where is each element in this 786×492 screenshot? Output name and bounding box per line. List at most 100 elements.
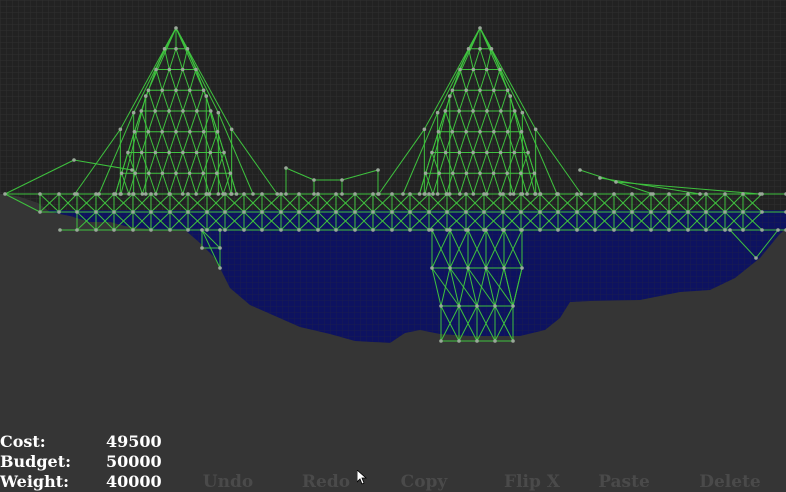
- joint[interactable]: [667, 228, 671, 232]
- joint[interactable]: [57, 210, 61, 214]
- joint[interactable]: [728, 228, 732, 232]
- joint[interactable]: [505, 129, 510, 134]
- joint[interactable]: [593, 210, 597, 214]
- joint[interactable]: [556, 228, 560, 232]
- joint[interactable]: [520, 266, 524, 270]
- joint[interactable]: [186, 192, 190, 196]
- joint[interactable]: [194, 192, 198, 196]
- joint[interactable]: [704, 228, 708, 232]
- joint[interactable]: [275, 192, 280, 196]
- joint[interactable]: [131, 110, 136, 115]
- joint[interactable]: [698, 192, 702, 196]
- joint[interactable]: [450, 88, 455, 93]
- joint[interactable]: [234, 192, 239, 196]
- joint[interactable]: [201, 129, 206, 134]
- joint[interactable]: [704, 192, 708, 196]
- joint[interactable]: [186, 228, 190, 232]
- joint[interactable]: [371, 210, 375, 214]
- joint[interactable]: [556, 210, 560, 214]
- joint[interactable]: [464, 192, 468, 196]
- joint[interactable]: [73, 192, 77, 196]
- joint[interactable]: [167, 67, 172, 72]
- joint[interactable]: [222, 150, 226, 155]
- joint[interactable]: [436, 129, 441, 134]
- joint[interactable]: [435, 110, 440, 115]
- joint[interactable]: [371, 228, 375, 232]
- joint[interactable]: [208, 109, 213, 113]
- joint[interactable]: [478, 129, 482, 134]
- joint[interactable]: [508, 192, 513, 196]
- joint[interactable]: [478, 46, 482, 51]
- joint[interactable]: [593, 228, 597, 232]
- joint[interactable]: [457, 339, 461, 343]
- joint[interactable]: [444, 192, 449, 196]
- joint[interactable]: [723, 228, 727, 232]
- joint[interactable]: [427, 192, 431, 196]
- joint[interactable]: [492, 129, 496, 134]
- joint[interactable]: [133, 171, 138, 176]
- joint[interactable]: [390, 210, 394, 214]
- joint[interactable]: [511, 304, 515, 308]
- joint[interactable]: [464, 210, 468, 214]
- joint[interactable]: [776, 228, 780, 232]
- joint[interactable]: [485, 109, 489, 113]
- joint[interactable]: [149, 192, 153, 196]
- joint[interactable]: [448, 228, 452, 232]
- joint[interactable]: [430, 150, 434, 155]
- undo-button[interactable]: Undo: [178, 472, 278, 492]
- joint[interactable]: [284, 166, 288, 170]
- joint[interactable]: [439, 304, 443, 308]
- joint[interactable]: [57, 192, 61, 196]
- joint[interactable]: [466, 46, 471, 51]
- joint[interactable]: [533, 127, 538, 132]
- joint[interactable]: [58, 228, 62, 232]
- joint[interactable]: [223, 210, 227, 214]
- joint[interactable]: [75, 228, 79, 232]
- joint[interactable]: [649, 228, 653, 232]
- joint[interactable]: [174, 171, 178, 176]
- joint[interactable]: [130, 168, 134, 172]
- joint[interactable]: [216, 192, 221, 196]
- joint[interactable]: [94, 210, 98, 214]
- joint[interactable]: [284, 192, 288, 196]
- joint[interactable]: [146, 88, 151, 93]
- joint[interactable]: [408, 210, 412, 214]
- joint[interactable]: [149, 228, 153, 232]
- joint[interactable]: [466, 266, 470, 270]
- joint[interactable]: [174, 26, 178, 30]
- joint[interactable]: [340, 178, 344, 182]
- joint[interactable]: [482, 210, 486, 214]
- joint[interactable]: [458, 67, 462, 72]
- joint[interactable]: [431, 192, 435, 196]
- joint[interactable]: [451, 171, 455, 176]
- joint[interactable]: [505, 171, 509, 176]
- joint[interactable]: [491, 171, 496, 176]
- joint[interactable]: [390, 228, 394, 232]
- joint[interactable]: [371, 192, 375, 196]
- joint[interactable]: [508, 94, 513, 98]
- joint[interactable]: [578, 168, 582, 172]
- joint[interactable]: [498, 192, 502, 196]
- joint[interactable]: [555, 192, 559, 196]
- joint[interactable]: [464, 88, 468, 93]
- joint[interactable]: [505, 88, 510, 93]
- joint[interactable]: [630, 210, 634, 214]
- joint[interactable]: [119, 171, 124, 176]
- joint[interactable]: [180, 192, 185, 196]
- joint[interactable]: [741, 192, 745, 196]
- joint[interactable]: [242, 210, 246, 214]
- joint[interactable]: [38, 192, 42, 196]
- joint[interactable]: [207, 192, 212, 196]
- joint[interactable]: [94, 228, 98, 232]
- joint[interactable]: [501, 210, 505, 214]
- joint[interactable]: [612, 192, 616, 196]
- joint[interactable]: [447, 94, 452, 98]
- joint[interactable]: [147, 171, 151, 176]
- joint[interactable]: [512, 150, 517, 155]
- joint[interactable]: [119, 192, 123, 196]
- joint[interactable]: [214, 171, 219, 176]
- joint[interactable]: [598, 176, 602, 180]
- joint[interactable]: [520, 228, 524, 232]
- joint[interactable]: [532, 171, 537, 176]
- joint[interactable]: [511, 339, 515, 343]
